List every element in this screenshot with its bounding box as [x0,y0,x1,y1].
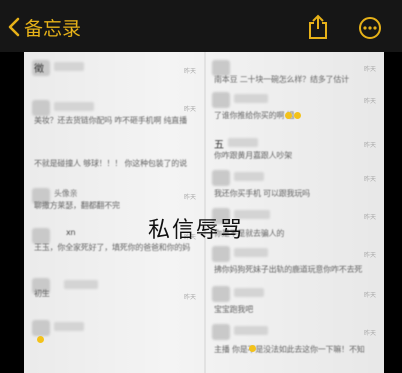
message-text: 初生 [34,289,50,298]
sender-name: xn [66,228,76,237]
blurred-name [234,288,264,297]
blurred-name [64,280,98,289]
message-time: 昨天 [364,252,377,259]
message-time: 昨天 [184,294,197,301]
message-time: 昨天 [364,292,377,299]
avatar [212,246,230,262]
blurred-name [234,248,268,257]
message-time: 昨天 [364,142,377,149]
blurred-name [234,326,268,335]
message-time: 昨天 [364,330,377,337]
more-button[interactable] [358,16,382,44]
blurred-name [234,172,264,181]
blurred-name [54,102,94,111]
message-time: 昨天 [184,106,197,113]
share-button[interactable] [307,14,329,44]
back-label: 备忘录 [24,17,82,40]
message-text: 宝宝跑我吧 [214,305,253,314]
sender-name: 头像亲 [54,189,78,198]
blurred-name [234,94,268,103]
sender-name: 五 [214,140,224,151]
message-time: 昨天 [364,176,377,183]
message-time: 昨天 [364,66,377,73]
blurred-name [54,322,84,331]
sender-name: 徵 [34,64,44,75]
back-button[interactable]: 备忘录 [8,12,81,42]
emoji-icon [37,336,44,343]
message-text: 你咋跟黄月嘉跟人吵架 [214,151,292,160]
avatar [32,320,50,336]
avatar [212,324,230,340]
emoji-icon [294,112,301,119]
message-text: 南本豆 二十块一碗怎么样？结多了估计 [214,75,349,84]
emoji-icon [285,112,292,119]
message-text: 拂你妈狗死妹子出轨的鹿道玩意你咋不去死 [214,265,363,274]
blurred-name [54,62,84,71]
avatar [32,100,50,116]
more-icon [359,17,381,39]
avatar [212,92,230,108]
avatar [212,286,230,302]
message-time: 昨天 [364,214,377,221]
emoji-icon [249,345,256,352]
avatar [212,170,230,186]
chevron-left-icon [8,17,20,37]
message-text: 聊撒方莱瑟，翻都翻不完 [34,201,120,210]
message-text: 了谁你推给你买的啊 姐 [214,111,295,120]
navigation-bar: 备忘录 [0,0,402,52]
message-text: 主播 你是不是没法如此去这你一下嘛！不知 [214,345,365,354]
image-caption: 私信辱骂 [148,218,245,243]
message-text: 我还你买手机 可以跟我玩吗 [214,189,310,198]
message-text: 不就是碰撞人 够球！！！ 你这种包装了的说 [34,159,187,168]
message-text: 美妆？还去货链你配吗 咋不砸手机啊 纯直播 [34,116,187,125]
blurred-name [228,138,258,147]
message-time: 昨天 [184,68,197,75]
message-time: 昨天 [364,98,377,105]
share-icon [309,14,327,39]
message-time: 昨天 [184,194,197,201]
